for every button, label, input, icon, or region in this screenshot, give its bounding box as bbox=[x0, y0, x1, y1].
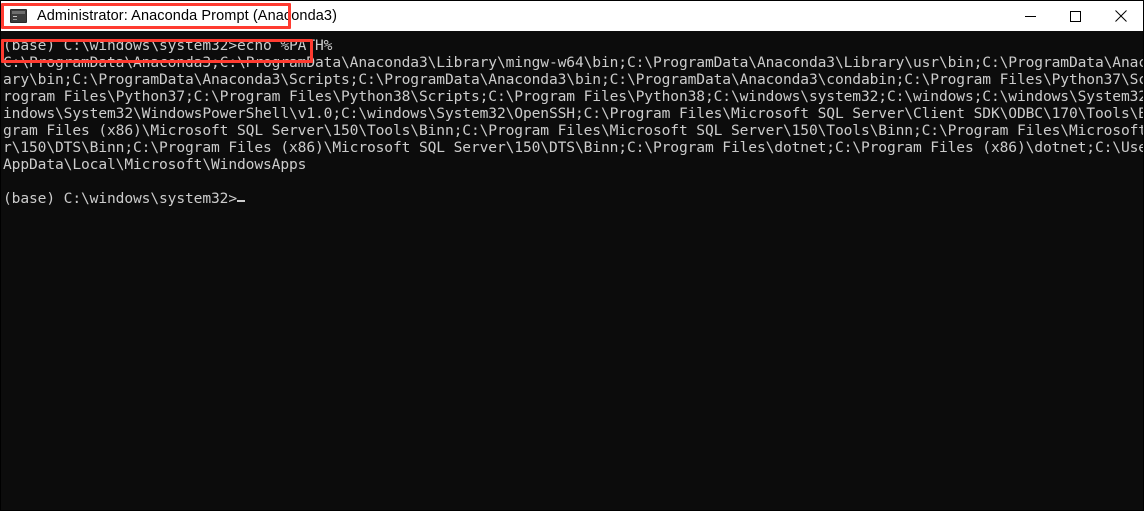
console-icon bbox=[10, 8, 27, 23]
output-line: C:\ProgramData\Anaconda3;C:\ProgramData\… bbox=[3, 54, 1143, 71]
output-line: indows\System32\WindowsPowerShell\v1.0;C… bbox=[3, 105, 1143, 122]
text-cursor bbox=[237, 200, 245, 202]
maximize-button[interactable] bbox=[1053, 1, 1098, 31]
window-controls bbox=[1008, 1, 1143, 31]
close-button[interactable] bbox=[1098, 1, 1143, 31]
console-window: Administrator: Anaconda Prompt (Anaconda… bbox=[0, 0, 1144, 511]
output-line: r\150\DTS\Binn;C:\Program Files (x86)\Mi… bbox=[3, 139, 1143, 156]
title-bar-left: Administrator: Anaconda Prompt (Anaconda… bbox=[1, 1, 337, 30]
output-line: ary\bin;C:\ProgramData\Anaconda3\Scripts… bbox=[3, 71, 1143, 88]
title-bar[interactable]: Administrator: Anaconda Prompt (Anaconda… bbox=[1, 1, 1143, 31]
minimize-button[interactable] bbox=[1008, 1, 1053, 31]
command-line: (base) C:\windows\system32>echo %PATH% bbox=[3, 37, 333, 54]
output-line: rogram Files\Python37;C:\Program Files\P… bbox=[3, 88, 1143, 105]
output-line: AppData\Local\Microsoft\WindowsApps bbox=[3, 156, 307, 173]
console-output-area[interactable]: (base) C:\windows\system32>echo %PATH% C… bbox=[1, 32, 1143, 510]
output-line: gram Files (x86)\Microsoft SQL Server\15… bbox=[3, 122, 1143, 139]
prompt-line: (base) C:\windows\system32> bbox=[3, 190, 1143, 207]
prompt-text: (base) C:\windows\system32> bbox=[3, 190, 237, 207]
window-title: Administrator: Anaconda Prompt (Anaconda… bbox=[37, 7, 337, 24]
